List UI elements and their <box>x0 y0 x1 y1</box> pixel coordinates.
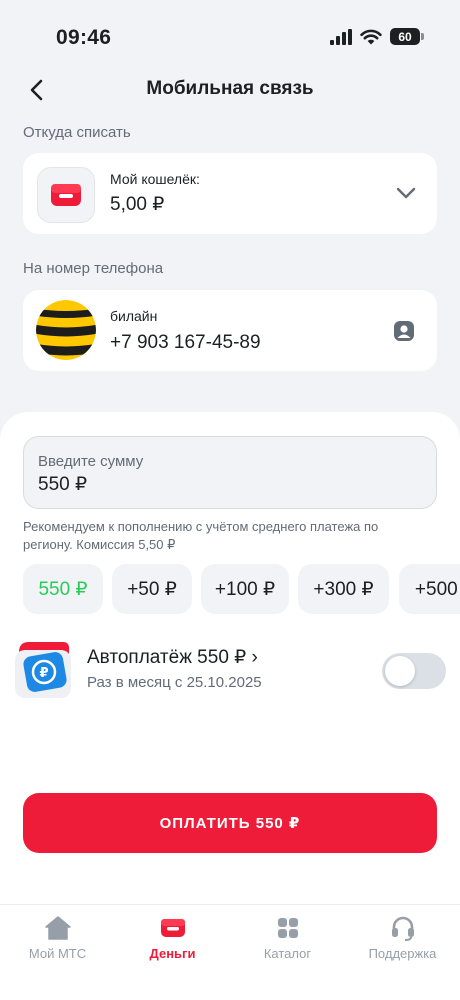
wallet-name: Мой кошелёк: <box>110 171 200 187</box>
status-icons: 60 <box>330 28 424 45</box>
amount-hint: Рекомендуем к пополнению с учётом средне… <box>23 519 379 552</box>
tab-my-mts[interactable]: Мой МТС <box>0 905 115 975</box>
chip-plus-50[interactable]: +50 ₽ <box>112 564 192 614</box>
autopay-schedule: Раз в месяц с 25.10.2025 <box>87 674 262 691</box>
tab-label-my-mts: Мой МТС <box>28 946 87 961</box>
wallet-balance: 5,00 ₽ <box>110 194 165 215</box>
tab-support[interactable]: Поддержка <box>345 905 460 975</box>
contact-book-icon <box>394 321 414 341</box>
wallet-icon <box>51 184 81 206</box>
chevron-down-icon <box>396 187 416 199</box>
tab-label-support: Поддержка <box>368 946 437 961</box>
chip-plus-300[interactable]: +300 ₽ <box>298 564 389 614</box>
wallet-icon <box>160 919 185 937</box>
contacts-button[interactable] <box>391 318 417 349</box>
status-bar: 09:46 60 <box>0 0 460 72</box>
payment-sheet: Введите сумму 550 ₽ Рекомендуем к пополн… <box>0 412 460 932</box>
operator-name: билайн <box>110 308 158 324</box>
chip-550[interactable]: 550 ₽ <box>23 564 103 614</box>
tab-label-catalog: Каталог <box>263 946 312 961</box>
phone-number: +7 903 167-45-89 <box>110 332 261 353</box>
recipient-label: На номер телефона <box>23 260 164 277</box>
tab-label-money: Деньги <box>149 946 196 961</box>
autopay-link[interactable]: Автоплатёж 550 ₽ › <box>87 646 258 669</box>
status-time: 09:46 <box>56 26 112 49</box>
grid-icon <box>277 918 298 938</box>
autopay-icon: ₽ <box>13 638 75 702</box>
amount-input[interactable]: Введите сумму 550 ₽ <box>23 436 437 509</box>
amount-input-label: Введите сумму <box>38 453 144 470</box>
home-icon <box>44 916 71 940</box>
wifi-icon <box>360 29 382 44</box>
pay-button[interactable]: ОПЛАТИТЬ 550 ₽ <box>23 793 437 853</box>
tab-money[interactable]: Деньги <box>115 905 230 975</box>
page-title: Мобильная связь <box>146 78 314 99</box>
source-label: Откуда списать <box>23 124 131 141</box>
beeline-logo-icon <box>36 300 96 360</box>
tab-bar: Мой МТС Деньги Каталог Поддержка <box>0 904 460 1000</box>
autopay-toggle[interactable] <box>382 653 446 689</box>
tab-catalog[interactable]: Каталог <box>230 905 345 975</box>
phone-card: билайн +7 903 167-45-89 <box>23 290 437 371</box>
wallet-select[interactable]: Мой кошелёк: 5,00 ₽ <box>23 153 437 234</box>
headset-icon <box>391 916 414 941</box>
cellular-signal-icon <box>330 28 352 45</box>
amount-input-value: 550 ₽ <box>38 474 88 495</box>
wallet-icon-container <box>37 167 95 223</box>
svg-text:₽: ₽ <box>39 666 48 681</box>
chip-plus-500[interactable]: +500 ₽ <box>399 564 460 614</box>
battery-icon: 60 <box>390 28 424 45</box>
battery-level: 60 <box>398 29 412 44</box>
chip-plus-100[interactable]: +100 ₽ <box>201 564 289 614</box>
nav-header: Мобильная связь <box>0 72 460 108</box>
autopay-toggle-knob <box>385 656 415 686</box>
amount-chips: 550 ₽ +50 ₽ +100 ₽ +300 ₽ +500 ₽ <box>23 564 460 614</box>
